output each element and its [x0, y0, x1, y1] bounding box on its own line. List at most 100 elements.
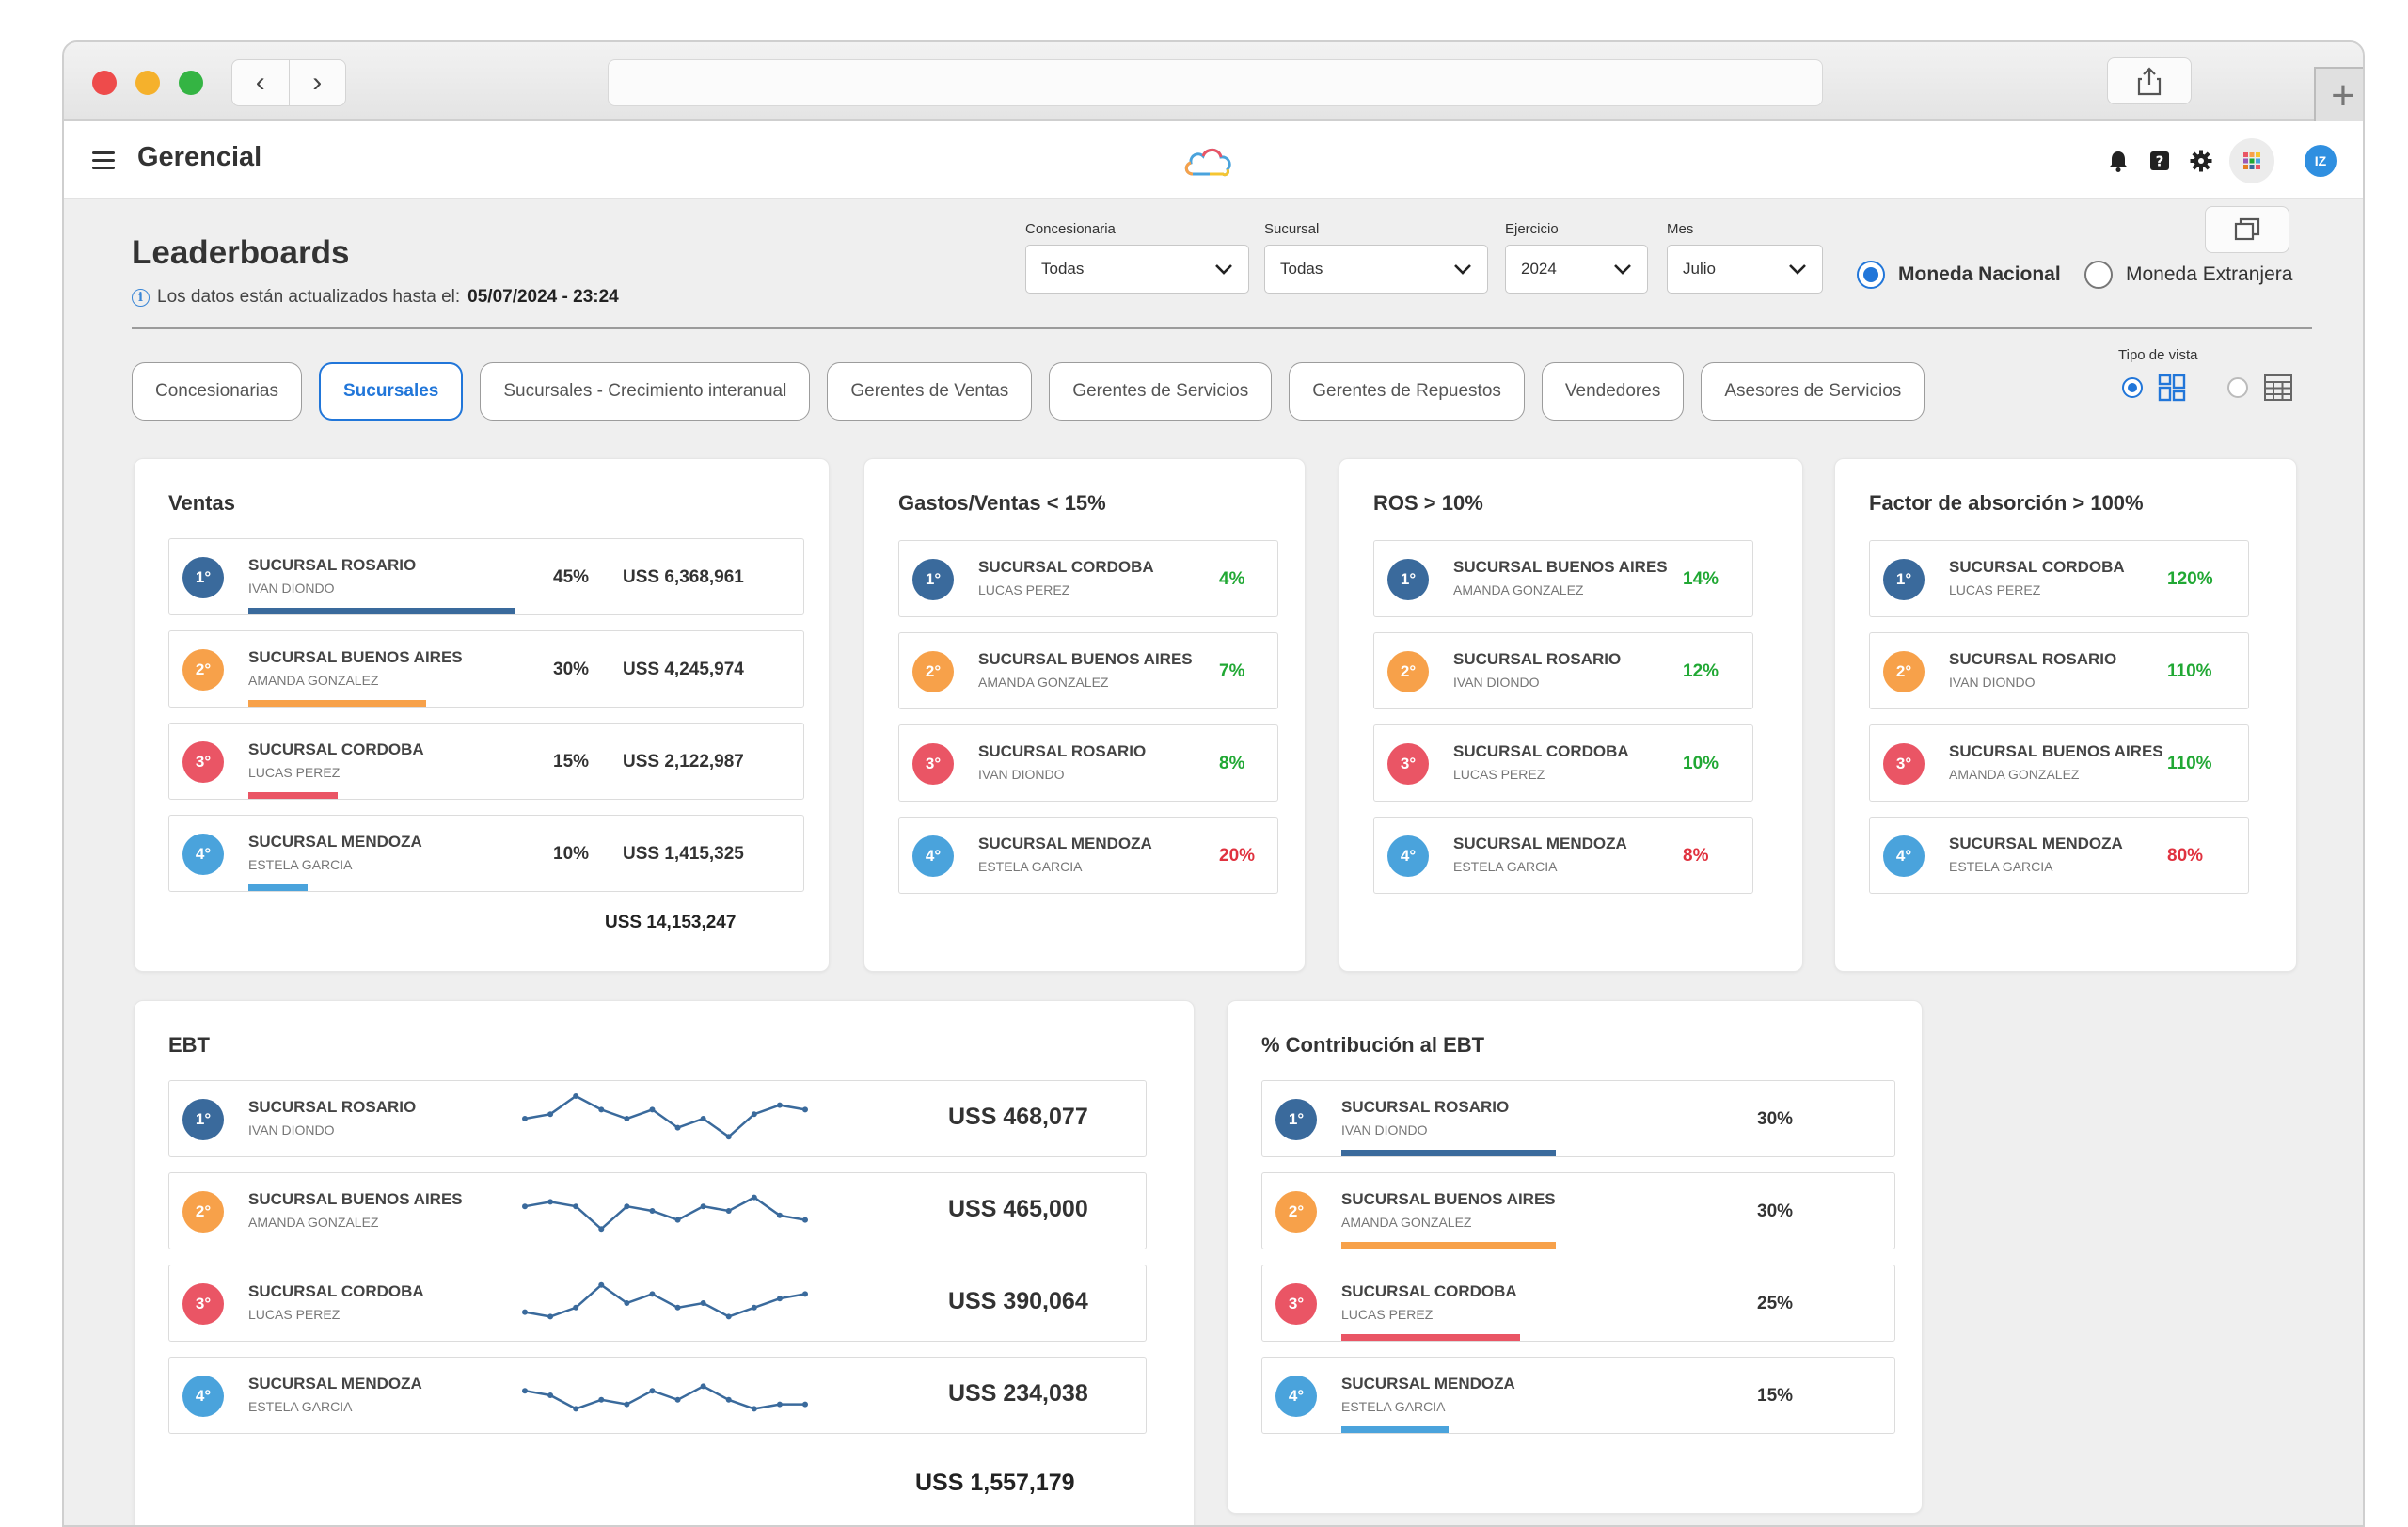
rank-badge: 4° — [912, 835, 954, 877]
sparkline-point — [751, 1406, 757, 1412]
menu-icon[interactable] — [92, 151, 115, 174]
history-nav: ‹ › — [231, 59, 346, 106]
currency-foreign-option[interactable]: Moneda Extranjera — [2084, 261, 2292, 289]
new-tab-button[interactable]: + — [2314, 67, 2363, 123]
table-view-icon[interactable] — [2263, 374, 2293, 402]
view-table-radio[interactable] — [2227, 377, 2248, 398]
sucursal-select[interactable]: Todas — [1264, 245, 1488, 294]
back-button[interactable]: ‹ — [232, 60, 290, 105]
leaderboard-row[interactable]: 2° SUCURSAL BUENOS AIRES AMANDA GONZALEZ 7% — [898, 632, 1278, 709]
minimize-window-button[interactable] — [135, 71, 160, 95]
ejercicio-select[interactable]: 2024 — [1505, 245, 1648, 294]
leaderboard-row[interactable]: 1° SUCURSAL BUENOS AIRES AMANDA GONZALEZ 14… — [1373, 540, 1753, 617]
leaderboard-row[interactable]: 1° SUCURSAL CORDOBA LUCAS PEREZ 120% — [1869, 540, 2249, 617]
rank-badge: 3° — [1275, 1283, 1317, 1325]
leaderboard-row[interactable]: 4° SUCURSAL MENDOZA ESTELA GARCIA USS 234,0… — [168, 1357, 1147, 1434]
maximize-window-button[interactable] — [179, 71, 203, 95]
sparkline-point — [522, 1116, 528, 1121]
manager-name: ESTELA GARCIA — [248, 857, 353, 872]
branch-name: SUCURSAL BUENOS AIRES — [248, 1190, 463, 1208]
tab-gerentes-repuestos[interactable]: Gerentes de Repuestos — [1289, 362, 1525, 421]
share-percent: 45% — [553, 567, 590, 587]
sparkline-point — [700, 1383, 706, 1390]
sparkline-point — [674, 1304, 681, 1311]
sparkline-point — [624, 1401, 630, 1408]
card-title: ROS > 10% — [1373, 491, 1483, 515]
settings-button[interactable] — [2188, 148, 2214, 174]
tab-gerentes-servicios[interactable]: Gerentes de Servicios — [1049, 362, 1273, 421]
leaderboard-row[interactable]: 3° SUCURSAL CORDOBA LUCAS PEREZ 10% — [1373, 724, 1753, 802]
chevron-down-icon — [1789, 264, 1806, 275]
ebt-amount: USS 234,038 — [948, 1380, 1088, 1407]
leaderboard-row[interactable]: 3° SUCURSAL BUENOS AIRES AMANDA GONZALEZ 11… — [1869, 724, 2249, 802]
currency-foreign-label: Moneda Extranjera — [2126, 263, 2293, 285]
sparkline-point — [776, 1212, 783, 1218]
leaderboard-row[interactable]: 4° SUCURSAL MENDOZA ESTELA GARCIA 8% — [1373, 817, 1753, 894]
leaderboard-row[interactable]: 1° SUCURSAL ROSARIO IVAN DIONDO USS 468,077 — [168, 1080, 1147, 1157]
leaderboard-row[interactable]: 4° SUCURSAL MENDOZA ESTELA GARCIA 15% — [1261, 1357, 1895, 1434]
info-icon: i — [132, 288, 150, 307]
leaderboard-row[interactable]: 1° SUCURSAL ROSARIO IVAN DIONDO 30% — [1261, 1080, 1895, 1157]
view-type-label: Tipo de vista — [2118, 347, 2198, 363]
tab-sucursales[interactable]: Sucursales — [318, 362, 464, 421]
rank-badge: 1° — [912, 559, 954, 600]
close-window-button[interactable] — [92, 71, 117, 95]
sparkline-point — [751, 1194, 757, 1201]
metric-value: 14% — [1683, 569, 1719, 589]
leaderboard-row[interactable]: 1° SUCURSAL ROSARIO IVAN DIONDO 45% USS 6,36… — [168, 538, 804, 615]
tab-sucursales-crecimiento[interactable]: Sucursales - Crecimiento interanual — [480, 362, 811, 421]
tab-asesores-servicios[interactable]: Asesores de Servicios — [1701, 362, 1925, 421]
manager-name: ESTELA GARCIA — [1949, 859, 2053, 874]
select-value: 2024 — [1521, 260, 1557, 278]
filter-label: Mes — [1667, 221, 1694, 237]
help-button[interactable]: ? — [2147, 148, 2173, 174]
tab-concesionarias[interactable]: Concesionarias — [132, 362, 302, 421]
manager-name: AMANDA GONZALEZ — [978, 675, 1109, 690]
mes-select[interactable]: Julio — [1667, 245, 1823, 294]
leaderboard-row[interactable]: 3° SUCURSAL ROSARIO IVAN DIONDO 8% — [898, 724, 1278, 802]
forward-button[interactable]: › — [290, 60, 346, 105]
sparkline-point — [624, 1300, 630, 1306]
leaderboard-row[interactable]: 4° SUCURSAL MENDOZA ESTELA GARCIA 10% USS 1,… — [168, 815, 804, 892]
branch-name: SUCURSAL ROSARIO — [1949, 650, 2117, 668]
manager-name: ESTELA GARCIA — [1453, 859, 1558, 874]
sparkline-point — [776, 1102, 783, 1108]
contribution-percent: 25% — [1757, 1294, 1794, 1313]
manager-name: AMANDA GONZALEZ — [1949, 767, 2080, 782]
leaderboard-row[interactable]: 2° SUCURSAL ROSARIO IVAN DIONDO 110% — [1869, 632, 2249, 709]
cards-view-icon[interactable] — [2158, 374, 2186, 402]
ebt-trend-sparkline — [522, 1383, 808, 1412]
rank-badge: 1° — [1883, 559, 1925, 600]
address-bar[interactable] — [608, 59, 1823, 106]
tab-gerentes-ventas[interactable]: Gerentes de Ventas — [827, 362, 1033, 421]
leaderboard-row[interactable]: 4° SUCURSAL MENDOZA ESTELA GARCIA 20% — [898, 817, 1278, 894]
leaderboard-row[interactable]: 2° SUCURSAL BUENOS AIRES AMANDA GONZALEZ 30… — [168, 630, 804, 708]
rank-badge: 2° — [1883, 651, 1925, 692]
share-button[interactable] — [2107, 57, 2192, 104]
leaderboard-row[interactable]: 3° SUCURSAL CORDOBA LUCAS PEREZ 15% USS 2,12… — [168, 723, 804, 800]
leaderboard-row[interactable]: 4° SUCURSAL MENDOZA ESTELA GARCIA 80% — [1869, 817, 2249, 894]
leaderboard-row[interactable]: 3° SUCURSAL CORDOBA LUCAS PEREZ 25% — [1261, 1265, 1895, 1342]
user-avatar[interactable]: IZ — [2305, 145, 2337, 177]
concesionaria-select[interactable]: Todas — [1025, 245, 1249, 294]
leaderboard-row[interactable]: 2° SUCURSAL ROSARIO IVAN DIONDO 12% — [1373, 632, 1753, 709]
sparkline-point — [674, 1124, 681, 1131]
apps-grid-button[interactable] — [2229, 138, 2274, 183]
tab-vendedores[interactable]: Vendedores — [1541, 362, 1685, 421]
leaderboard-row[interactable]: 3° SUCURSAL CORDOBA LUCAS PEREZ USS 390,064 — [168, 1265, 1147, 1342]
sparkline-point — [751, 1304, 757, 1311]
filter-sucursal: Sucursal Todas — [1264, 221, 1488, 294]
manager-name: LUCAS PEREZ — [1949, 582, 2041, 597]
leaderboard-row[interactable]: 2° SUCURSAL BUENOS AIRES AMANDA GONZALEZ US… — [168, 1172, 1147, 1249]
currency-national-option[interactable]: Moneda Nacional — [1857, 261, 2061, 289]
select-value: Julio — [1683, 260, 1716, 278]
ebt-trend-sparkline — [522, 1281, 808, 1320]
view-cards-radio[interactable] — [2122, 377, 2143, 398]
rank-badge: 3° — [182, 741, 224, 783]
notifications-button[interactable] — [2105, 148, 2131, 174]
sparkline-point — [598, 1281, 605, 1288]
leaderboard-row[interactable]: 1° SUCURSAL CORDOBA LUCAS PEREZ 4% — [898, 540, 1278, 617]
leaderboard-row[interactable]: 2° SUCURSAL BUENOS AIRES AMANDA GONZALEZ 30… — [1261, 1172, 1895, 1249]
rank-badge: 2° — [1387, 651, 1429, 692]
card-title: Gastos/Ventas < 15% — [898, 491, 1106, 515]
